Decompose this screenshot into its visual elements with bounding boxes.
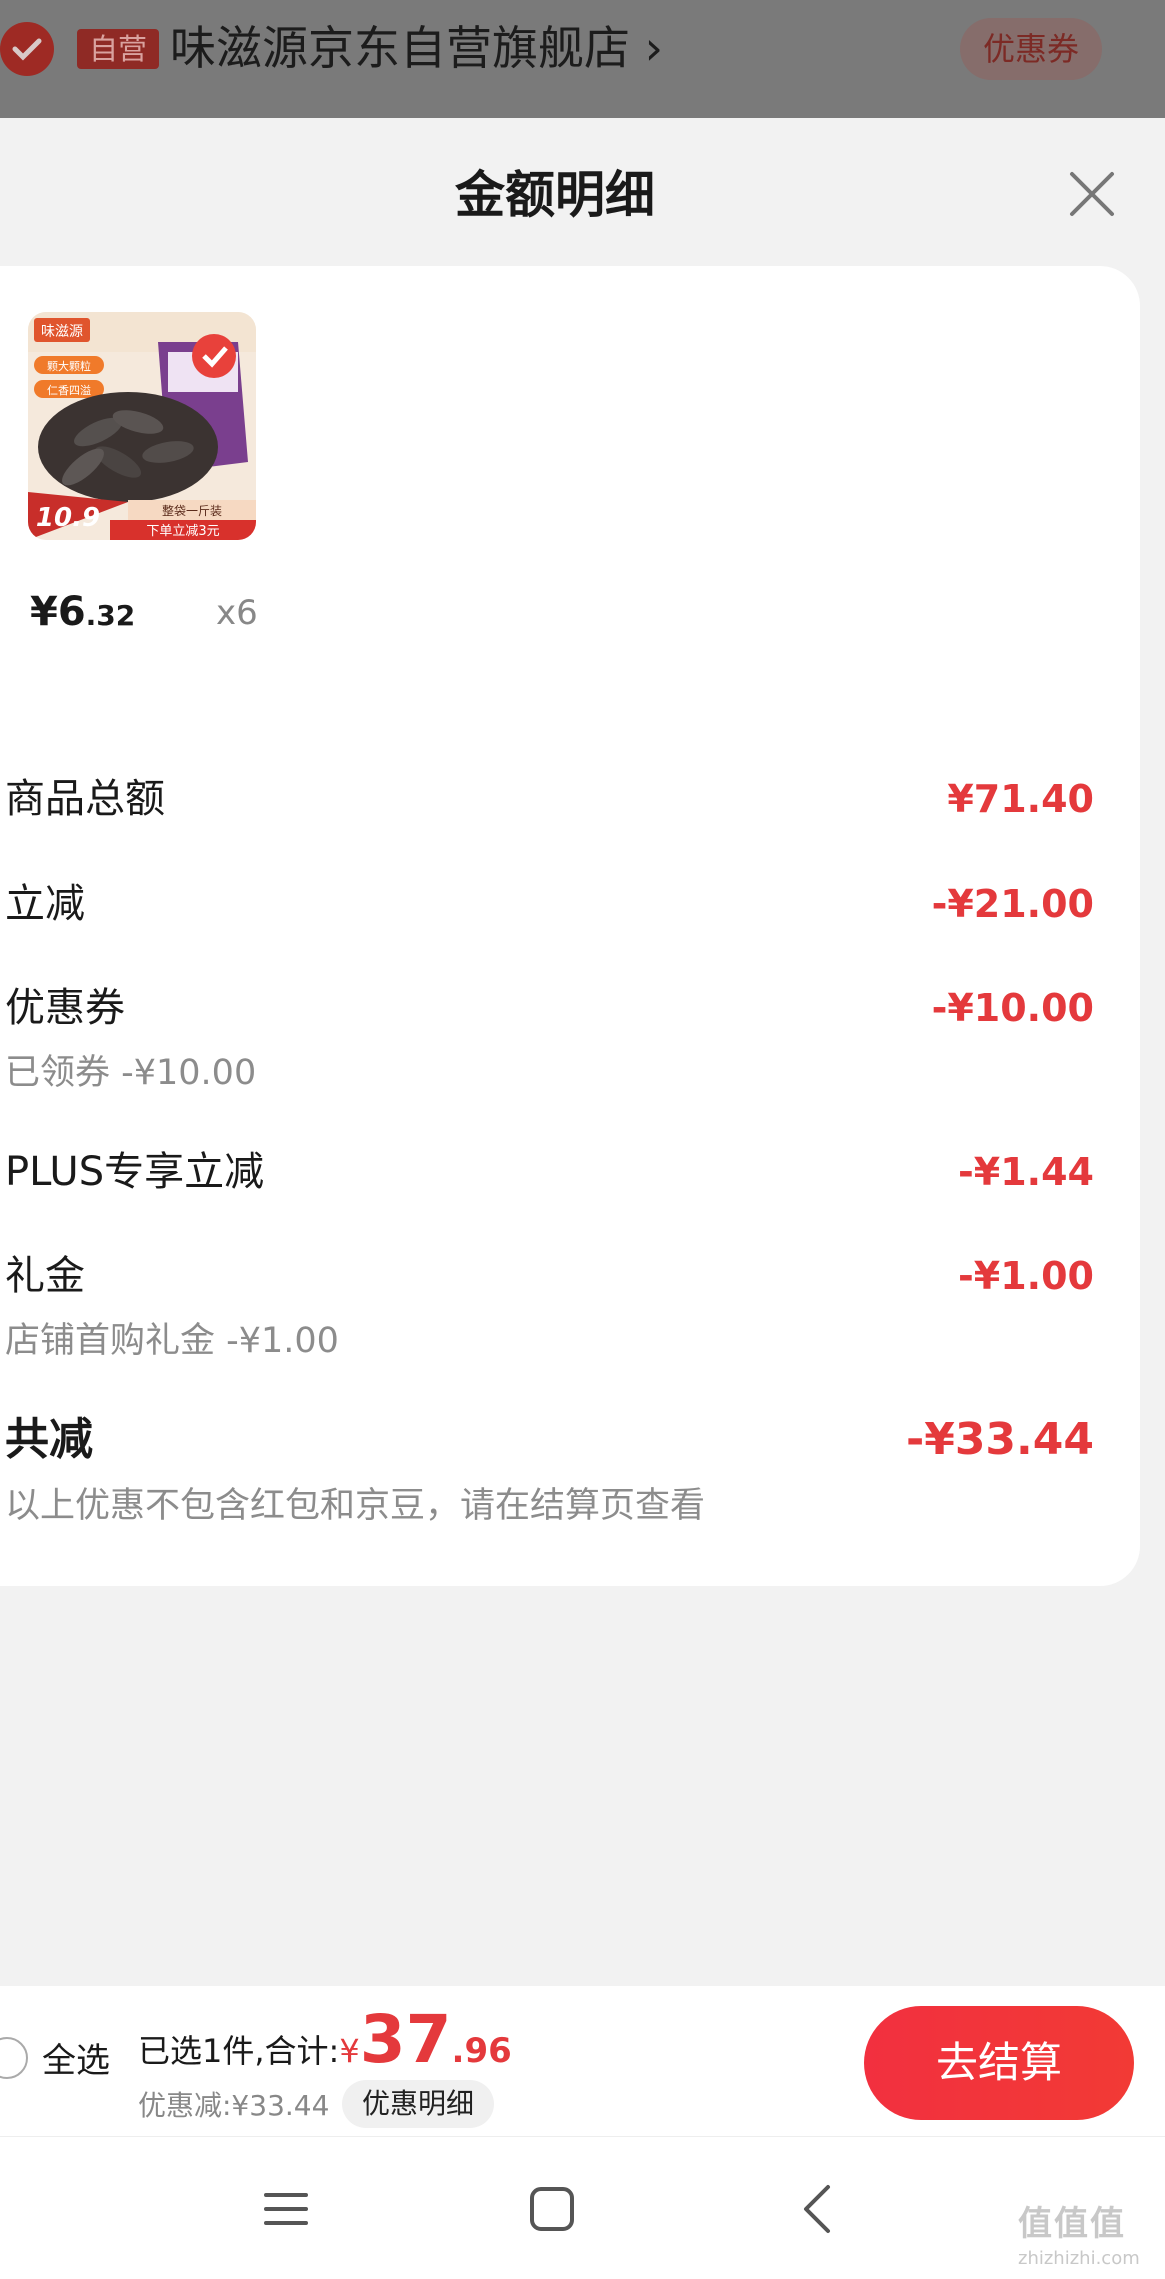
row-value-coupon: -¥10.00 [931, 986, 1094, 1030]
product-image[interactable]: 味滋源 颗大颗粒 仁香四溢 10.9 整袋一斤装 下单立减3元 [28, 312, 256, 540]
row-value-plus-discount: -¥1.44 [958, 1150, 1094, 1194]
store-header: 自营 味滋源京东自营旗舰店 › 优惠券 [0, 0, 1165, 118]
row-label-coupon: 优惠券 [5, 985, 125, 1031]
row-sub-gift-money: 店铺首购礼金 -¥1.00 [5, 1321, 339, 1361]
unit-price: ¥6.32 [30, 584, 135, 644]
total-discount-label: 共减 [5, 1414, 93, 1465]
row-label-plus-discount: PLUS专享立减 [5, 1149, 265, 1195]
total-decimal: .96 [451, 2031, 512, 2071]
svg-text:整袋一斤装: 整袋一斤装 [162, 503, 222, 518]
total-discount-note: 以上优惠不包含红包和京豆，请在结算页查看 [5, 1486, 706, 1526]
svg-text:仁香四溢: 仁香四溢 [47, 383, 91, 397]
row-label-instant-discount: 立减 [5, 881, 85, 927]
checkout-bar: 全选 已选1件,合计:¥37.96 优惠减:¥33.44 优惠明细 去结算 [0, 1986, 1165, 2136]
row-label-goods-total: 商品总额 [5, 776, 165, 822]
sheet-title: 金额明细 [455, 166, 655, 224]
discount-summary: 优惠减:¥33.44 [138, 2089, 330, 2122]
order-summary: 已选1件,合计:¥37.96 [138, 2007, 512, 2075]
recent-apps-icon[interactable] [256, 2179, 316, 2239]
svg-text:10.9: 10.9 [36, 503, 100, 533]
selected-count-text: 已选1件,合计: [138, 2032, 340, 2070]
total-discount-value: -¥33.44 [905, 1414, 1094, 1465]
store-coupon-button[interactable]: 优惠券 [960, 18, 1102, 80]
checkout-button[interactable]: 去结算 [864, 2006, 1134, 2120]
close-icon[interactable] [1062, 164, 1122, 224]
quantity: x6 [216, 593, 258, 633]
total-integer: 37 [359, 2001, 452, 2078]
watermark-url: zhizhizhi.com [1018, 2248, 1140, 2269]
self-operated-tag: 自营 [77, 29, 160, 69]
system-nav-bar [0, 2136, 1165, 2279]
discount-detail-button[interactable]: 优惠明细 [342, 2080, 495, 2128]
row-sub-coupon: 已领券 -¥10.00 [5, 1053, 257, 1093]
watermark-logo: 值值值 [1018, 2204, 1126, 2244]
amount-detail-card: 商品总额 ¥71.40 立减 -¥21.00 优惠券 -¥10.00 已领券 -… [0, 726, 1140, 1586]
select-all-radio[interactable] [0, 2037, 28, 2079]
row-value-goods-total: ¥71.40 [947, 777, 1094, 821]
total-yen: ¥ [339, 2032, 360, 2070]
price-integer: ¥6 [30, 589, 86, 635]
product-card: 味滋源 颗大颗粒 仁香四溢 10.9 整袋一斤装 下单立减3元 ¥6.32 x6 [0, 266, 1140, 806]
svg-text:颗大颗粒: 颗大颗粒 [47, 359, 91, 373]
row-value-gift-money: -¥1.00 [958, 1254, 1094, 1298]
svg-text:味滋源: 味滋源 [41, 324, 83, 340]
store-name-link[interactable]: 味滋源京东自营旗舰店 › [170, 18, 663, 78]
back-icon[interactable] [790, 2179, 850, 2239]
amount-detail-sheet: 金额明细 味滋源 颗大颗粒 仁香四溢 10.9 整袋一斤装 下单立减3元 ¥6.… [0, 118, 1165, 2278]
row-label-gift-money: 礼金 [5, 1253, 85, 1299]
row-value-instant-discount: -¥21.00 [931, 882, 1094, 926]
store-checkbox[interactable] [0, 22, 54, 76]
home-icon[interactable] [522, 2179, 582, 2239]
price-decimal: .32 [85, 599, 136, 632]
sunflower-seeds-product-icon: 味滋源 颗大颗粒 仁香四溢 10.9 整袋一斤装 下单立减3元 [28, 312, 256, 540]
select-all-label[interactable]: 全选 [42, 2038, 110, 2084]
svg-text:下单立减3元: 下单立减3元 [146, 524, 219, 539]
check-icon [12, 38, 42, 61]
